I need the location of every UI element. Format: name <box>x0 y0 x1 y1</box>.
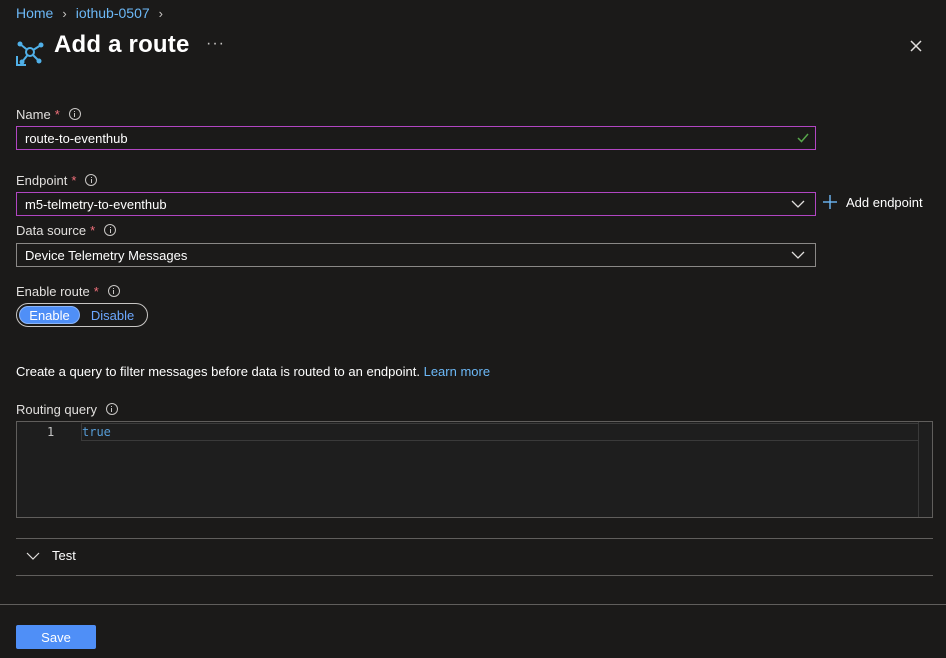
info-icon[interactable] <box>105 403 118 415</box>
info-icon[interactable] <box>104 224 117 236</box>
page-title: Add a route <box>54 31 190 58</box>
more-icon[interactable]: ··· <box>206 35 225 53</box>
breadcrumb-home[interactable]: Home <box>16 5 53 21</box>
info-icon[interactable] <box>68 108 81 120</box>
info-icon[interactable] <box>85 174 98 186</box>
data-source-label: Data source * <box>16 222 117 238</box>
name-input-value: route-to-eventhub <box>25 130 128 146</box>
line-number: 1 <box>47 425 55 439</box>
enable-route-label: Enable route * <box>16 283 120 299</box>
plus-icon <box>823 195 837 209</box>
add-endpoint-label: Add endpoint <box>846 194 923 210</box>
breadcrumb: Home › iothub-0507 › <box>16 4 172 22</box>
divider <box>16 538 933 539</box>
test-section-toggle[interactable]: Test <box>26 548 76 563</box>
chevron-down-icon <box>791 251 805 259</box>
data-source-select[interactable]: Device Telemetry Messages <box>16 243 816 267</box>
save-button[interactable]: Save <box>16 625 96 649</box>
add-endpoint-button[interactable]: Add endpoint <box>822 194 923 210</box>
required-mark: * <box>90 222 96 238</box>
enable-route-toggle: Enable Disable <box>16 303 148 327</box>
info-icon[interactable] <box>107 285 120 297</box>
data-source-select-value: Device Telemetry Messages <box>25 247 188 263</box>
route-icon <box>16 41 44 66</box>
chevron-down-icon <box>26 552 40 560</box>
endpoint-select[interactable]: m5-telmetry-to-eventhub <box>16 192 816 216</box>
required-mark: * <box>54 106 60 122</box>
close-icon[interactable] <box>906 36 926 56</box>
editor-scrollbar[interactable] <box>918 422 932 517</box>
query-description: Create a query to filter messages before… <box>16 364 491 379</box>
endpoint-label: Endpoint * <box>16 172 98 188</box>
disable-option[interactable]: Disable <box>80 306 145 324</box>
required-mark: * <box>93 283 99 299</box>
chevron-down-icon <box>791 200 805 208</box>
endpoint-select-value: m5-telmetry-to-eventhub <box>25 196 167 212</box>
learn-more-link[interactable]: Learn more <box>424 364 490 379</box>
chevron-right-icon: › <box>62 5 67 21</box>
name-label: Name * <box>16 106 81 122</box>
enable-option[interactable]: Enable <box>19 306 81 324</box>
required-mark: * <box>71 172 77 188</box>
check-icon <box>797 133 809 143</box>
current-line-highlight <box>81 423 919 441</box>
footer-divider <box>0 604 946 605</box>
routing-query-label: Routing query <box>16 401 118 417</box>
name-input[interactable]: route-to-eventhub <box>16 126 816 150</box>
breadcrumb-hub[interactable]: iothub-0507 <box>76 5 150 21</box>
test-label: Test <box>52 548 76 563</box>
routing-query-editor[interactable]: 1 true <box>16 421 933 518</box>
chevron-right-icon: › <box>158 5 163 21</box>
query-code[interactable]: true <box>82 425 111 439</box>
divider <box>16 575 933 576</box>
